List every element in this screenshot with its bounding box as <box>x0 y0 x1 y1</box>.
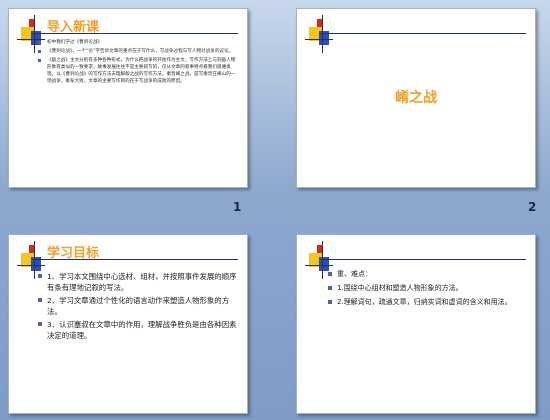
bullet-list: 1、学习本文围绕中心选材、组材，并按照事件发展的顺序有条有理地记叙的写法。 2、… <box>37 271 237 343</box>
slide-number: 1 <box>233 200 242 214</box>
list-item: 2、学习文章通过个性化的语言动作来塑造人物形象的方法。 <box>37 295 237 317</box>
slide-thumbnail-1[interactable]: 导入新课 初中我们学过《曹刿论战》 《曹刿论战》，一个“论”字告诉文章的重点在于… <box>8 8 248 188</box>
bullet-list: 重、难点： 1.围绕中心组材和塑造人物形象的方法。 2.理解词句，疏通文章，归纳… <box>327 269 525 311</box>
bullet-list: 初中我们学过《曹刿论战》 《曹刿论战》，一个“论”字告诉文章的重点在于写什么，写… <box>37 39 237 87</box>
slide-thumbnail-2[interactable]: 崤之战 <box>296 8 536 188</box>
slide-thumbnail-3[interactable]: 学习目标 1、学习本文围绕中心选材、组材，并按照事件发展的顺序有条有理地记叙的写… <box>8 234 248 414</box>
list-item: 3、认识蹇叔在文章中的作用，理解战争胜负是由各种因素决定的道理。 <box>37 319 237 341</box>
slide-number: 2 <box>528 200 537 214</box>
title-underline <box>321 33 526 34</box>
list-item: 1、学习本文围绕中心选材、组材，并按照事件发展的顺序有条有理地记叙的写法。 <box>37 271 237 293</box>
list-item: 重、难点： <box>327 269 525 279</box>
list-item: 2.理解词句，疏通文章，归纳实词和虚词的含义和用法。 <box>327 297 525 307</box>
slide-logo-icon <box>305 15 333 53</box>
list-item: 初中我们学过《曹刿论战》 <box>37 39 237 46</box>
slide-title: 导入新课 <box>47 20 100 35</box>
title-underline <box>321 259 526 260</box>
slide-title: 学习目标 <box>47 246 100 261</box>
list-item: 1.围绕中心组材和塑造人物形象的方法。 <box>327 283 525 293</box>
list-item: 《曹刿论战》，一个“论”字告诉文章的重点在于写什么，写战争过程与写人物对战争的议… <box>37 48 237 55</box>
slide-thumbnail-4[interactable]: 重、难点： 1.围绕中心组材和塑造人物形象的方法。 2.理解词句，疏通文章，归纳… <box>296 234 536 414</box>
list-item: 《殽之战》主文分别有多种各种形式，为什么把战争的开始作为主文，写作方法上与刻画人… <box>37 57 237 85</box>
slide-title: 崤之战 <box>395 90 437 106</box>
